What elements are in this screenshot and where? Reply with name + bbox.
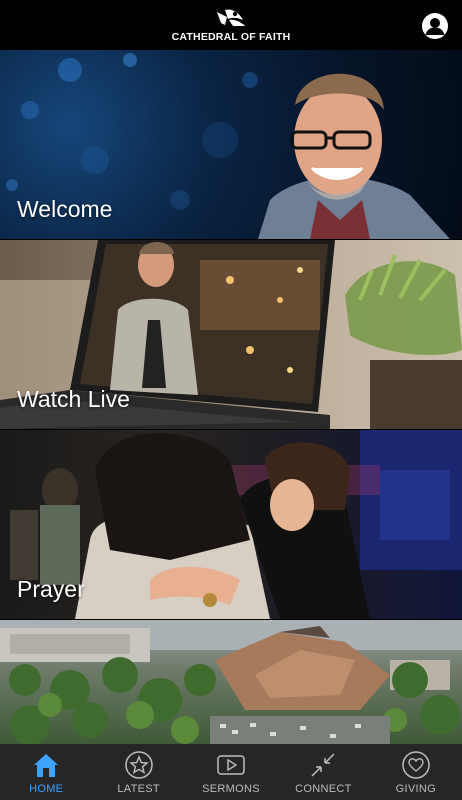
- bottom-tab-bar: HOME LATEST SERMONS CONNECT GIVING: [0, 744, 462, 800]
- play-icon: [217, 755, 245, 775]
- prayer-panel[interactable]: Prayer: [0, 430, 462, 619]
- watch-live-panel[interactable]: Watch Live: [0, 240, 462, 429]
- home-icon: [34, 754, 59, 777]
- tab-giving-label: GIVING: [395, 783, 436, 795]
- tab-connect[interactable]: CONNECT: [277, 744, 369, 800]
- watch-live-label: Watch Live: [17, 386, 130, 412]
- user-icon: [425, 18, 445, 35]
- welcome-label: Welcome: [17, 196, 113, 222]
- logo-mark-icon: [217, 9, 245, 26]
- tab-latest[interactable]: LATEST: [92, 744, 184, 800]
- prayer-label: Prayer: [17, 576, 85, 602]
- welcome-panel[interactable]: Welcome: [0, 50, 462, 239]
- campus-image: [0, 620, 462, 744]
- tab-sermons-label: SERMONS: [202, 783, 260, 795]
- heart-icon: [402, 751, 430, 779]
- church-logo[interactable]: CATHEDRAL OF FAITH: [0, 6, 462, 43]
- campus-panel[interactable]: [0, 620, 462, 744]
- profile-button[interactable]: [422, 13, 448, 39]
- tab-home-label: HOME: [29, 783, 64, 795]
- star-icon: [124, 751, 153, 779]
- tab-sermons[interactable]: SERMONS: [185, 744, 277, 800]
- tab-giving[interactable]: GIVING: [370, 744, 462, 800]
- tab-connect-label: CONNECT: [295, 783, 352, 795]
- connect-icon: [311, 753, 335, 777]
- app-header: CATHEDRAL OF FAITH: [0, 0, 462, 50]
- logo-text: CATHEDRAL OF FAITH: [171, 31, 291, 43]
- tab-latest-label: LATEST: [117, 783, 160, 795]
- tab-home[interactable]: HOME: [0, 744, 92, 800]
